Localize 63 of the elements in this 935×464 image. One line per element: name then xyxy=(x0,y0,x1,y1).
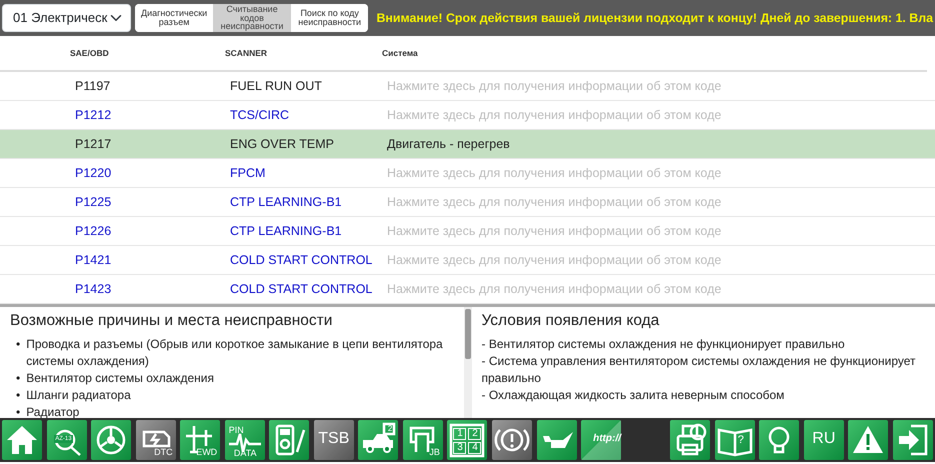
bullet: • xyxy=(16,404,20,418)
car-button[interactable]: 2 xyxy=(358,420,398,460)
wheel-button[interactable] xyxy=(91,420,132,460)
scanner-cell: ENG OVER TEMP xyxy=(230,136,334,151)
system-cell: Нажмите здесь для получения информации об этом коде xyxy=(387,224,722,238)
printer-button[interactable] xyxy=(670,420,710,460)
table-row[interactable]: P1421 COLD START CONTROL Нажмите здесь для получения информации об этом коде xyxy=(0,246,935,275)
table-row[interactable]: P1225 CTP LEARNING-B1 Нажмите здесь для получения информации об этом коде xyxy=(0,188,935,217)
panel-title: Возможные причины и места неисправности xyxy=(10,312,334,331)
code-cell: P1217 xyxy=(75,136,112,151)
scanner-cell: TCS/CIRC xyxy=(230,108,290,122)
code-cell: P1423 xyxy=(75,282,112,296)
multimeter-button[interactable] xyxy=(269,420,310,460)
scanner-cell: CTP LEARNING-B1 xyxy=(230,224,342,238)
exit-button[interactable] xyxy=(892,420,933,460)
table-row[interactable]: P1197 FUEL RUN OUT Нажмите здесь для получения информации об этом коде xyxy=(0,72,935,101)
system-cell: Нажмите здесь для получения информации об этом коде xyxy=(387,252,722,267)
fuse-button[interactable]: JB xyxy=(402,420,443,460)
code-cell: P1212 xyxy=(75,108,112,122)
cause-item: Вентилятор системы охлаждения xyxy=(26,370,214,387)
bullet: • xyxy=(16,386,20,404)
system-cell: Нажмите здесь для получения информации об этом коде xyxy=(387,166,722,180)
cause-item: Радиатор xyxy=(26,404,80,418)
book-button[interactable]: ? xyxy=(714,420,755,460)
condition-item: - Система управления вентилятором системы охлаждения не функционирует правильно xyxy=(482,352,917,387)
table-row[interactable]: P1226 CTP LEARNING-B1 Нажмите здесь для получения информации об этом коде xyxy=(0,217,935,246)
table-row[interactable]: P1220 FPCM Нажмите здесь для получения информации об этом коде xyxy=(0,159,935,188)
cause-item: Проводка и разъемы (Обрыв или короткое замыкание в цепи вентилятора системы охлаждения) xyxy=(26,336,444,370)
system-cell: Нажмите здесь для получения информации об этом коде xyxy=(387,108,722,122)
table-row[interactable]: P1423 COLD START CONTROL Нажмите здесь для получения информации об этом коде xyxy=(0,275,935,304)
column-header: SAE/OBD xyxy=(70,48,109,58)
system-cell: Нажмите здесь для получения информации об этом коде xyxy=(387,78,722,93)
scanner-cell: CTP LEARNING-B1 xyxy=(230,194,342,209)
column-header: SCANNER xyxy=(225,48,268,58)
code-cell: P1197 xyxy=(75,78,110,93)
bulb-button[interactable] xyxy=(759,420,800,460)
scrollbar[interactable] xyxy=(464,307,472,418)
license-warning: Внимание! Срок действия вашей лицензии подходит к концу! Дней до завершения: 1. Вла xyxy=(376,10,933,27)
code-cell: P1225 xyxy=(75,194,112,209)
code-cell: P1421 xyxy=(75,252,112,267)
panel-title: Условия появления кода xyxy=(482,312,660,331)
column-header: Система xyxy=(382,48,418,58)
diagram-button[interactable]: EWD xyxy=(180,420,220,460)
connector-button[interactable]: 1 2 3 4 xyxy=(447,420,488,460)
system-cell: Нажмите здесь для получения информации об этом коде xyxy=(387,282,722,296)
scanner-cell: FPCM xyxy=(230,166,266,180)
condition-item: - Охлаждающая жидкость залита неверным способом xyxy=(482,386,786,404)
scanner-cell: FUEL RUN OUT xyxy=(230,78,322,93)
system-cell: Двигатель - перегрев xyxy=(387,136,510,151)
table-row[interactable]: P1217 ENG OVER TEMP Двигатель - перегрев xyxy=(0,130,935,159)
bullet: • xyxy=(16,370,20,387)
home-button[interactable] xyxy=(2,420,42,460)
category-select[interactable]: 01 Электрическ xyxy=(2,4,131,32)
bullet: • xyxy=(16,336,20,353)
cause-item: Шланги радиатора xyxy=(26,386,131,404)
code-cell: P1220 xyxy=(75,166,112,180)
code-cell: P1226 xyxy=(75,224,112,238)
scanner-cell: COLD START CONTROL xyxy=(230,252,372,267)
mode-tab[interactable]: Считывание кодов неисправности xyxy=(213,4,291,32)
condition-item: - Вентилятор системы охлаждения не функционирует правильно xyxy=(482,336,846,353)
system-cell: Нажмите здесь для получения информации об этом коде xyxy=(387,194,722,209)
scanner-cell: COLD START CONTROL xyxy=(230,282,372,296)
warning-button[interactable] xyxy=(848,420,888,460)
